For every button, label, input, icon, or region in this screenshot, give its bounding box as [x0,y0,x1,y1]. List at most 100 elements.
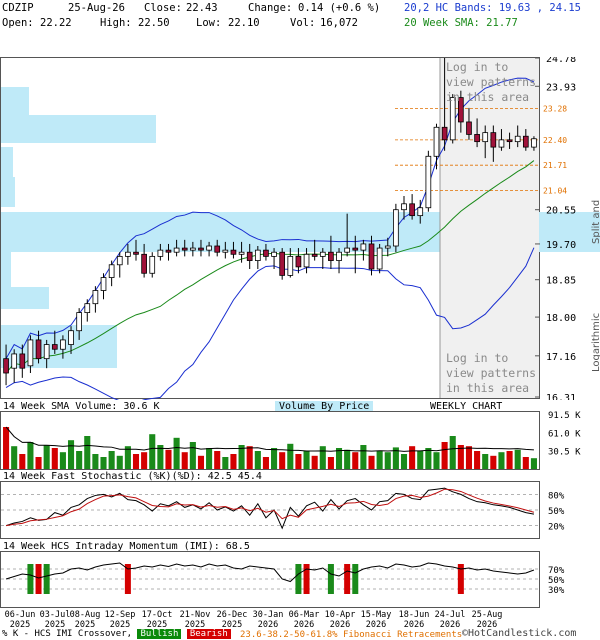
candle-body [311,253,318,257]
imi-chart: 70%50%30% [0,551,565,608]
stochastic-chart: 80% 50% 20% [0,481,565,539]
volume-bar [295,454,302,469]
volume-bar [3,427,10,469]
legend-prefix: % K - HCS IMI Crossover, [2,629,133,639]
price-tick-label: 23.93 [546,82,576,93]
candle-body [27,339,34,367]
volume-bar [449,436,456,469]
volume-bar [425,448,432,469]
candle-body [254,249,261,261]
volume-bar [360,445,367,469]
volume-bar [344,449,351,469]
price-tick-label: 20.55 [546,206,576,217]
candle-body [60,339,66,350]
candle-body [271,251,277,257]
volume-bar [417,451,424,469]
volume-bar [19,454,26,469]
volume-bar [474,451,481,469]
candle-body [68,330,74,345]
candle-body [230,249,237,255]
candle-body [246,251,253,261]
candle-body [352,247,359,251]
candle-body [514,135,521,143]
volume-bar [303,451,310,469]
date: 25-Aug-26 [68,2,125,14]
candle-body [76,312,82,332]
candle-body [433,126,440,157]
change-value: 0.14 (+0.6 %) [298,2,381,14]
volume-bar [279,452,286,469]
volume-bar [100,457,107,469]
open-value: 22.22 [40,17,72,29]
volume-bar [368,455,375,469]
price-tick-label: 24.78 [546,57,576,65]
candle-body [133,251,139,255]
candle-body [393,209,399,247]
high-value: 22.50 [138,17,170,29]
volume-tick-label: 30.5 K [548,448,581,458]
candle-body [116,255,123,266]
candle-body [319,251,326,257]
open-label: Open: [2,17,34,29]
vol-label: Vol: [290,17,316,29]
fibonacci-legend: 23.6-38.2-50-61.8% Fibonacci Retracement… [240,630,463,640]
candle-body [149,255,156,274]
volume-bar [197,455,205,469]
candle-body [368,243,375,270]
bullish-tag: Bullish [137,629,182,639]
candle-body [11,353,18,369]
low-value: 22.10 [228,17,260,29]
candle-body [157,249,164,257]
candle-body [360,243,367,251]
vbp-bar [1,147,13,177]
credit: ©HotCandlestick.com [462,628,577,639]
candle-body [84,303,91,313]
volume-bar [230,454,237,469]
imi-tick-label: 50% [548,576,565,586]
candle-body [295,255,302,268]
volume-bar [319,446,326,469]
volume-bar [59,452,66,469]
volume-bar [498,452,505,469]
bullish-crossover-bar [352,564,359,594]
vbp-bar [1,287,49,309]
price-tick-label: 18.00 [546,313,576,324]
vbp-bar [1,87,29,115]
x-tick-label: 25-Aug 2026 [471,610,503,630]
fib-label: 23.28 [543,105,567,114]
change-label: Change: [248,2,293,14]
volume-bar [108,451,115,469]
volume-bar [141,452,148,469]
sma-readout: 20 Week SMA: 21.77 [404,17,518,29]
stoch-tick-label: 50% [548,507,565,517]
volume-bar [222,457,229,469]
candle-body [238,251,245,255]
volume-bar [327,457,334,469]
price-tick-label: 17.16 [546,352,576,363]
imi-tick-label: 30% [548,586,565,596]
scale-label: Logarithmic [591,312,600,372]
candle-body [141,253,147,274]
volume-bar [206,448,213,469]
candle-body [43,344,50,360]
stoch-tick-label: 20% [548,523,565,533]
bearish-crossover-bar [35,564,42,594]
fib-label: 21.04 [543,187,567,196]
candle-body [425,155,432,209]
volume-bar [441,442,448,469]
candle [376,243,383,274]
volume-bar [76,451,83,469]
volume-bar [271,448,278,469]
candle-body [198,247,204,251]
candle-body [466,121,472,135]
pattern-watermark-bottom: Log in to view patterns in this area [446,351,537,395]
volume-bar [35,457,42,469]
volume-chart: 91.5 K 61.0 K 30.5 K [0,411,581,470]
volume-bar [67,440,75,469]
candle-body [328,251,334,261]
volume-bar [189,442,196,469]
volume-bar [522,457,529,469]
ticker: CDZIP [2,2,34,14]
volume-bar [51,448,58,469]
bullish-crossover-bar [27,564,34,594]
